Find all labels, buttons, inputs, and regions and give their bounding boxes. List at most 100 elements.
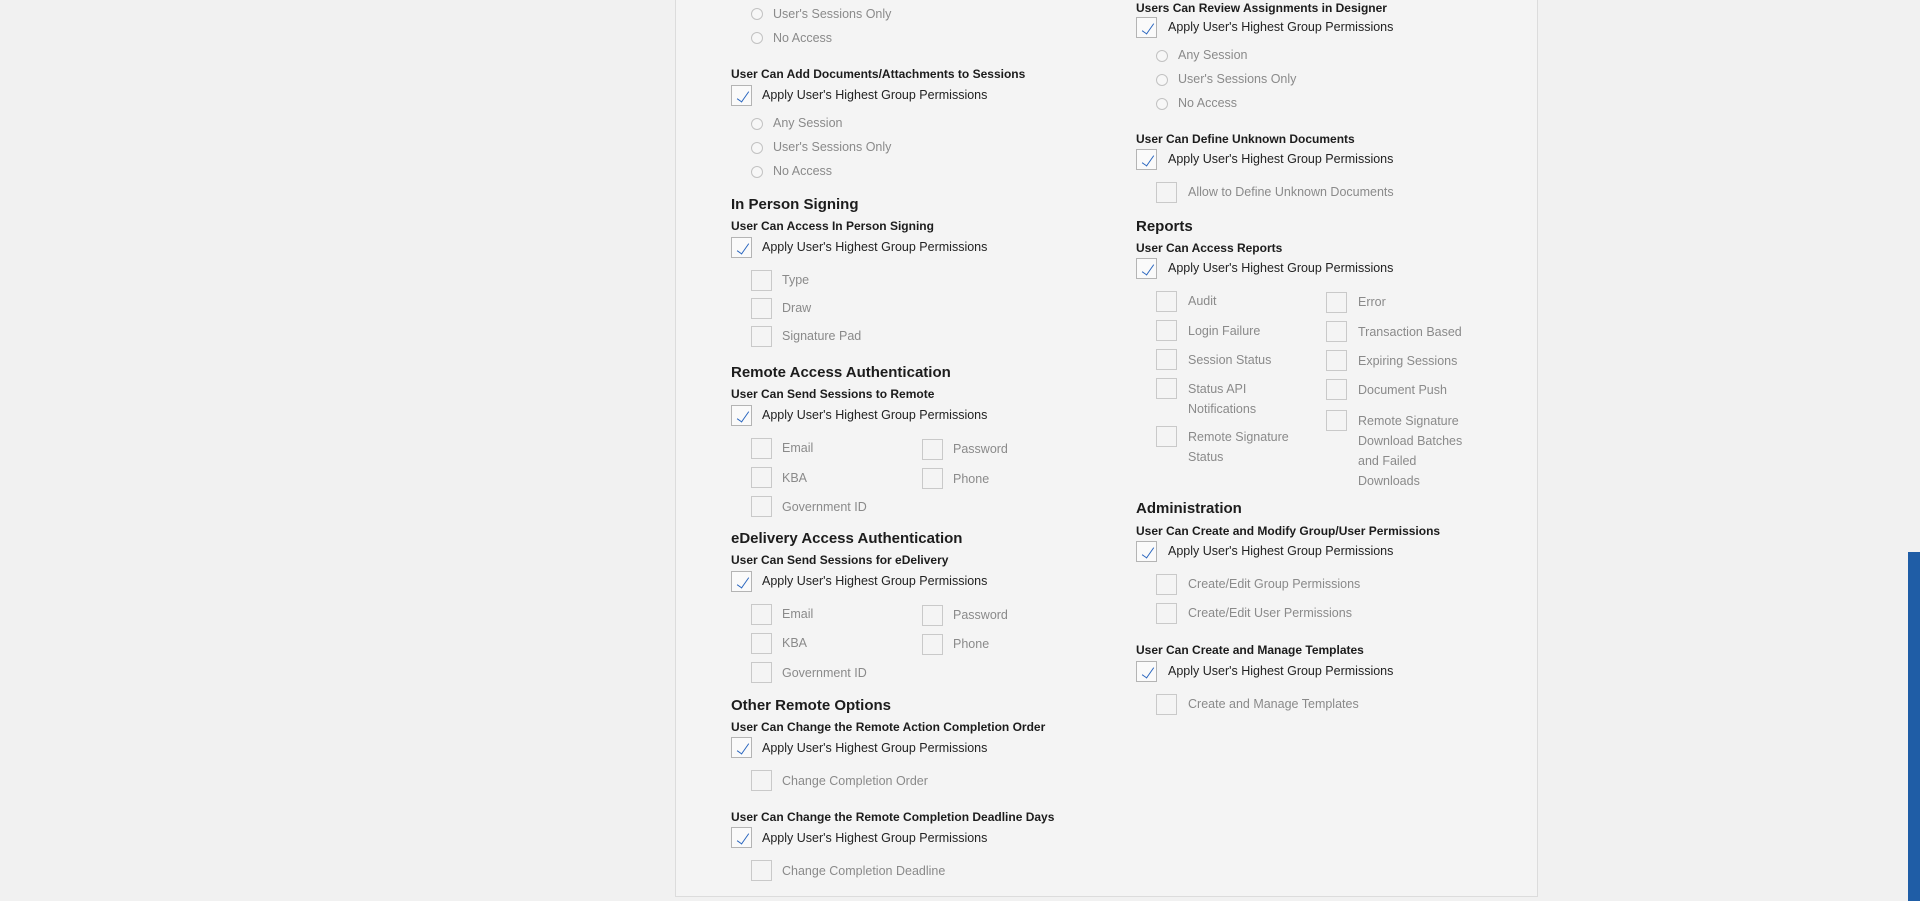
in-person-signing-subtitle: User Can Access In Person Signing [731,219,934,233]
radio-no-access[interactable] [1156,98,1168,110]
remote-access-auth-heading: Remote Access Authentication [731,364,951,381]
apply-group-permissions-checkbox[interactable] [731,237,752,258]
edelivery-kba-checkbox[interactable] [751,633,772,654]
create-edit-user-permissions-label: Create/Edit User Permissions [1188,606,1352,620]
remote-signature-status-label: Remote Signature Status [1188,430,1289,464]
radio-label: No Access [1178,96,1238,110]
login-failure-label: Login Failure [1188,324,1261,338]
apply-group-permissions-label: Apply User's Highest Group Permissions [1168,544,1394,558]
radio-users-sessions-only[interactable] [751,142,763,154]
edelivery-kba-label: KBA [782,636,808,650]
reports-subtitle: User Can Access Reports [1136,241,1283,255]
expiring-sessions-label: Expiring Sessions [1358,354,1458,368]
apply-group-permissions-label: Apply User's Highest Group Permissions [762,408,988,422]
scrollbar-thumb[interactable] [1908,552,1920,901]
remote-signature-status-checkbox[interactable] [1156,426,1177,447]
remote-password-checkbox[interactable] [922,439,943,460]
edelivery-email-checkbox[interactable] [751,604,772,625]
apply-group-permissions-label: Apply User's Highest Group Permissions [762,240,988,254]
create-manage-templates-checkbox[interactable] [1156,694,1177,715]
draw-checkbox[interactable] [751,298,772,319]
create-manage-templates-label: Create and Manage Templates [1188,697,1359,711]
edelivery-phone-label: Phone [953,637,990,651]
in-person-signing-heading: In Person Signing [731,196,859,213]
radio-no-access-top[interactable] [751,32,763,44]
permissions-panel: User's Sessions Only No Access User Can … [675,0,1538,897]
define-unknown-docs-title: User Can Define Unknown Documents [1136,132,1355,146]
apply-group-permissions-checkbox[interactable] [731,827,752,848]
session-status-checkbox[interactable] [1156,349,1177,370]
radio-users-sessions-only-top[interactable] [751,8,763,20]
edelivery-access-auth-subtitle: User Can Send Sessions for eDelivery [731,553,949,567]
remote-access-auth-subtitle: User Can Send Sessions to Remote [731,387,935,401]
remote-email-label: Email [782,441,814,455]
radio-users-sessions-only[interactable] [1156,74,1168,86]
apply-group-permissions-checkbox[interactable] [731,571,752,592]
change-completion-deadline-checkbox[interactable] [751,860,772,881]
document-push-checkbox[interactable] [1326,379,1347,400]
allow-define-unknown-docs-checkbox[interactable] [1156,182,1177,203]
remote-government-id-checkbox[interactable] [751,496,772,517]
apply-group-permissions-label: Apply User's Highest Group Permissions [762,741,988,755]
remote-government-id-label: Government ID [782,500,867,514]
signature-pad-checkbox[interactable] [751,326,772,347]
completion-order-subtitle: User Can Change the Remote Action Comple… [731,720,1046,734]
draw-label: Draw [782,301,812,315]
edelivery-government-id-checkbox[interactable] [751,662,772,683]
review-assignments-title: Users Can Review Assignments in Designer [1136,1,1387,15]
change-completion-order-checkbox[interactable] [751,770,772,791]
apply-group-permissions-checkbox[interactable] [731,405,752,426]
status-api-notifications-checkbox[interactable] [1156,378,1177,399]
type-checkbox[interactable] [751,270,772,291]
remote-signature-download-checkbox[interactable] [1326,410,1347,431]
apply-group-permissions-label: Apply User's Highest Group Permissions [762,88,988,102]
apply-group-permissions-checkbox[interactable] [1136,149,1157,170]
radio-label: User's Sessions Only [773,140,892,154]
create-edit-group-permissions-label: Create/Edit Group Permissions [1188,577,1361,591]
edelivery-password-checkbox[interactable] [922,605,943,626]
error-checkbox[interactable] [1326,292,1347,313]
apply-group-permissions-checkbox[interactable] [731,737,752,758]
other-remote-options-heading: Other Remote Options [731,697,892,714]
transaction-based-checkbox[interactable] [1326,321,1347,342]
edelivery-password-label: Password [953,608,1008,622]
apply-group-permissions-label: Apply User's Highest Group Permissions [1168,261,1394,275]
remote-phone-label: Phone [953,472,990,486]
apply-group-permissions-checkbox[interactable] [1136,17,1157,38]
radio-any-session[interactable] [1156,50,1168,62]
apply-group-permissions-label: Apply User's Highest Group Permissions [1168,20,1394,34]
radio-label: Any Session [773,116,843,130]
login-failure-checkbox[interactable] [1156,320,1177,341]
document-push-label: Document Push [1358,383,1447,397]
remote-phone-checkbox[interactable] [922,468,943,489]
radio-label: User's Sessions Only [1178,72,1297,86]
group-user-permissions-subtitle: User Can Create and Modify Group/User Pe… [1136,524,1441,538]
apply-group-permissions-checkbox[interactable] [1136,541,1157,562]
apply-group-permissions-label: Apply User's Highest Group Permissions [762,574,988,588]
radio-any-session[interactable] [751,118,763,130]
apply-group-permissions-checkbox[interactable] [731,85,752,106]
apply-group-permissions-label: Apply User's Highest Group Permissions [762,831,988,845]
session-status-label: Session Status [1188,353,1272,367]
status-api-notifications-label: Status API Notifications [1188,382,1257,416]
type-label: Type [782,273,810,287]
audit-checkbox[interactable] [1156,291,1177,312]
radio-label: No Access [773,164,833,178]
create-edit-user-permissions-checkbox[interactable] [1156,603,1177,624]
error-label: Error [1358,295,1386,309]
remote-email-checkbox[interactable] [751,438,772,459]
apply-group-permissions-checkbox[interactable] [1136,258,1157,279]
edelivery-email-label: Email [782,607,814,621]
remote-kba-checkbox[interactable] [751,467,772,488]
radio-no-access[interactable] [751,166,763,178]
apply-group-permissions-checkbox[interactable] [1136,661,1157,682]
allow-define-unknown-docs-label: Allow to Define Unknown Documents [1188,185,1394,199]
edelivery-phone-checkbox[interactable] [922,634,943,655]
create-edit-group-permissions-checkbox[interactable] [1156,574,1177,595]
reports-heading: Reports [1136,218,1193,235]
expiring-sessions-checkbox[interactable] [1326,350,1347,371]
transaction-based-label: Transaction Based [1358,325,1462,339]
change-completion-order-label: Change Completion Order [782,774,928,788]
radio-label: User's Sessions Only [773,7,892,21]
change-completion-deadline-label: Change Completion Deadline [782,864,946,878]
